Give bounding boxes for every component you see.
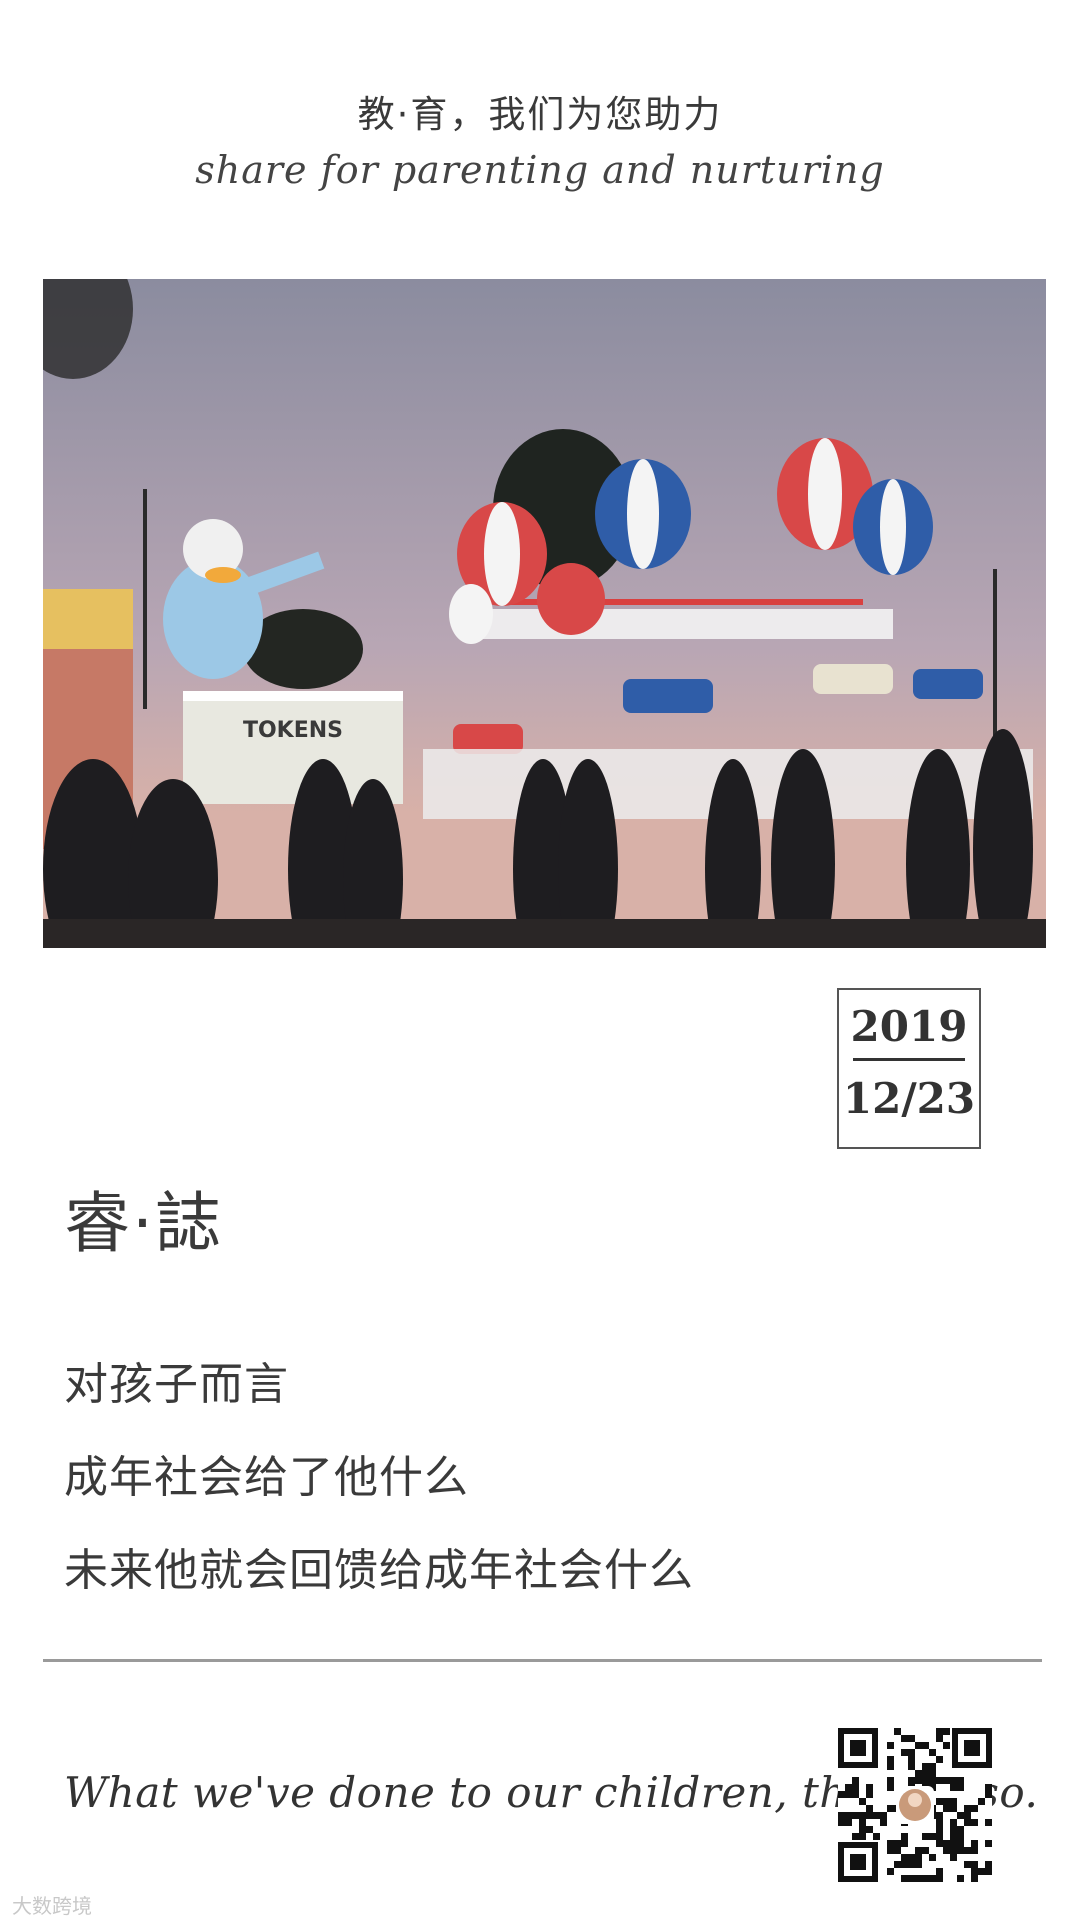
section-title: 睿·誌: [64, 1185, 223, 1262]
body-line: 未来他就会回馈给成年社会什么: [64, 1545, 694, 1596]
qr-code-icon: [838, 1728, 992, 1882]
body-line: 对孩子而言: [64, 1359, 289, 1410]
booth-sign: TOKENS: [243, 718, 343, 743]
date-day: 12/23: [842, 1074, 976, 1123]
header-title: 教·育，我们为您助力: [357, 93, 723, 136]
date-box: 2019 12/23: [837, 988, 981, 1149]
header-subtitle: share for parenting and nurturing: [195, 148, 885, 192]
hero-photo: TOKENS: [43, 279, 1046, 948]
date-divider: [853, 1058, 965, 1061]
watermark: 大数跨境: [12, 1894, 92, 1918]
qr-code[interactable]: [838, 1728, 992, 1882]
body-line: 成年社会给了他什么: [64, 1452, 469, 1503]
divider: [43, 1659, 1042, 1662]
body-text: 对孩子而言 成年社会给了他什么 未来他就会回馈给成年社会什么: [64, 1355, 694, 1634]
date-year: 2019: [850, 1002, 968, 1051]
